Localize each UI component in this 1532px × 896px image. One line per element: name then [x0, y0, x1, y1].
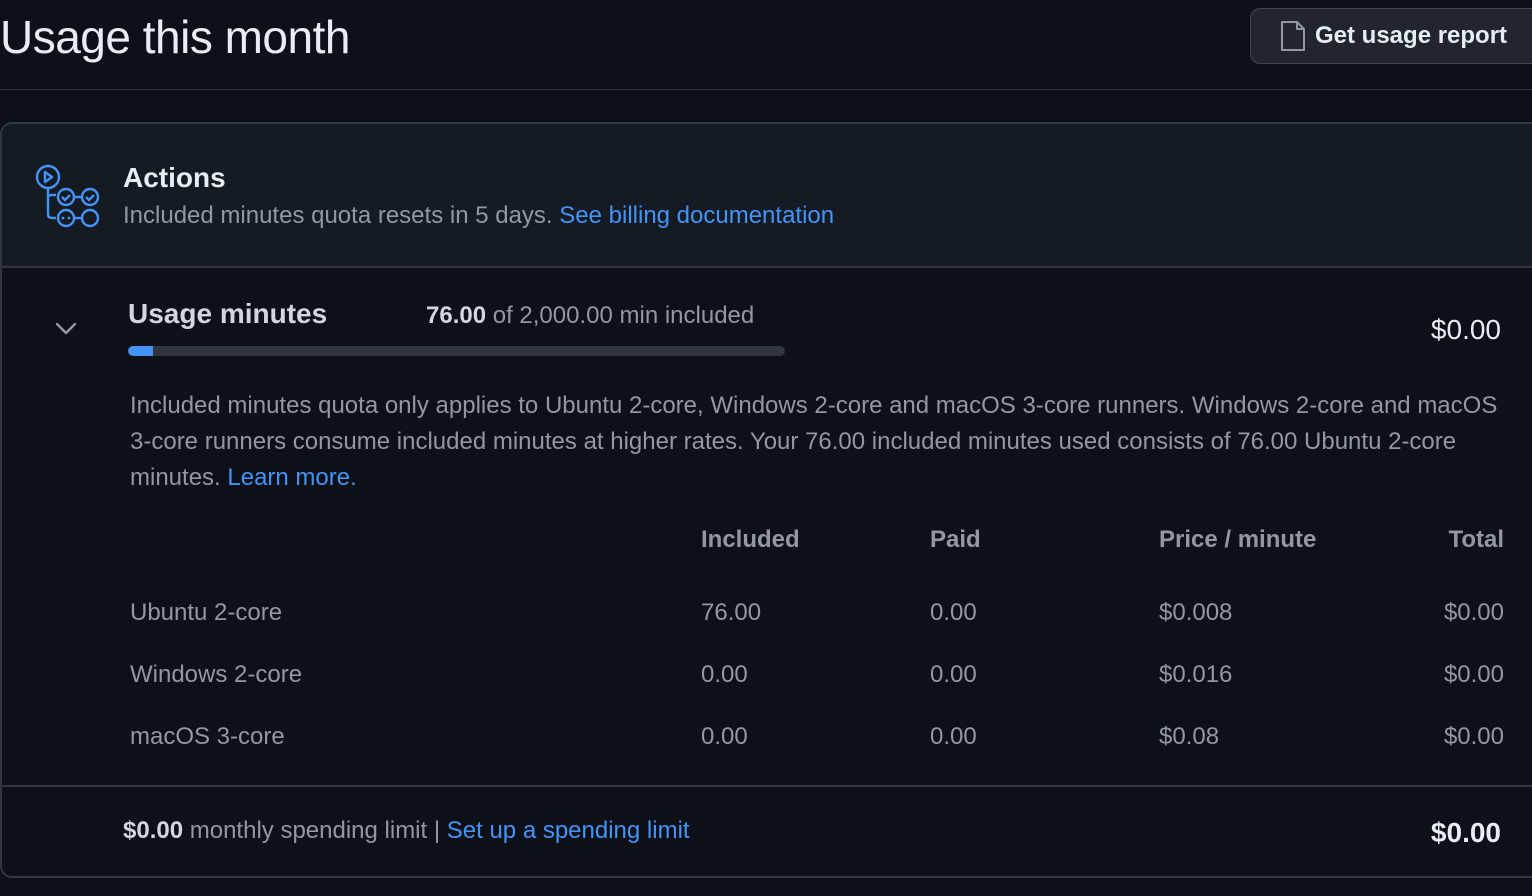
runner-name: macOS 3-core [130, 723, 285, 750]
spending-limit-text: $0.00 monthly spending limit | Set up a … [123, 817, 690, 845]
usage-minutes-title: Usage minutes [128, 298, 328, 329]
runner-total: $0.00 [1443, 599, 1504, 626]
table-row: macOS 3-core 0.00 0.00 $0.08 $0.00 [130, 706, 1504, 768]
usage-progress-fill [128, 346, 153, 356]
usage-progress-bar [128, 346, 785, 356]
actions-title: Actions [123, 162, 226, 193]
runner-price: $0.016 [1159, 661, 1233, 688]
usage-minutes-total: $0.00 [1430, 314, 1501, 345]
spending-limit-amount: $0.00 [123, 817, 184, 844]
billing-documentation-link[interactable]: See billing documentation [559, 202, 834, 229]
header-total: Total [1448, 526, 1504, 553]
footer-total: $0.00 [1430, 817, 1501, 848]
runner-included: 0.00 [701, 723, 748, 750]
runner-total: $0.00 [1443, 661, 1504, 688]
runner-included: 0.00 [701, 661, 748, 688]
set-spending-limit-link[interactable]: Set up a spending limit [447, 817, 690, 844]
runner-included: 76.00 [701, 599, 762, 626]
spending-limit-footer: $0.00 monthly spending limit | Set up a … [2, 785, 1532, 876]
runner-price: $0.08 [1159, 723, 1220, 750]
page-title: Usage this month [0, 11, 350, 63]
header-runner [130, 520, 701, 560]
runner-price: $0.008 [1159, 599, 1233, 626]
runner-name: Windows 2-core [130, 661, 303, 688]
actions-card-header: Actions Included minutes quota resets in… [2, 124, 1532, 268]
spending-limit-label: monthly spending limit | [189, 817, 441, 844]
table-row: Windows 2-core 0.00 0.00 $0.016 $0.00 [130, 644, 1504, 706]
usage-minutes-amount: 76.00 of 2,000.00 min included [426, 302, 754, 330]
chevron-down-icon[interactable] [52, 314, 80, 342]
runner-paid: 0.00 [930, 661, 977, 688]
learn-more-link[interactable]: Learn more. [227, 464, 356, 491]
get-usage-report-label: Get usage report [1315, 22, 1508, 49]
header-paid: Paid [930, 526, 981, 553]
usage-description: Included minutes quota only applies to U… [130, 388, 1520, 496]
workflow-icon [32, 164, 104, 230]
runner-paid: 0.00 [930, 723, 977, 750]
usage-used-value: 76.00 [426, 302, 487, 329]
header-included: Included [701, 526, 800, 553]
runner-paid: 0.00 [930, 599, 977, 626]
get-usage-report-button[interactable]: Get usage report [1250, 8, 1532, 64]
page-header: Usage this month Get usage report [0, 0, 1532, 90]
actions-subtitle: Included minutes quota resets in 5 days.… [123, 202, 834, 230]
file-icon [1279, 19, 1307, 53]
runner-total: $0.00 [1443, 723, 1504, 750]
quota-reset-text: Included minutes quota resets in 5 days. [123, 202, 553, 229]
runner-usage-table: Included Paid Price / minute Total Ubunt… [130, 520, 1504, 768]
header-price-per-minute: Price / minute [1159, 526, 1317, 553]
runner-name: Ubuntu 2-core [130, 599, 283, 626]
actions-usage-card: Actions Included minutes quota resets in… [0, 122, 1532, 878]
table-row: Ubuntu 2-core 76.00 0.00 $0.008 $0.00 [130, 560, 1504, 644]
table-header-row: Included Paid Price / minute Total [130, 520, 1504, 560]
usage-included-text: of 2,000.00 min included [492, 302, 755, 329]
